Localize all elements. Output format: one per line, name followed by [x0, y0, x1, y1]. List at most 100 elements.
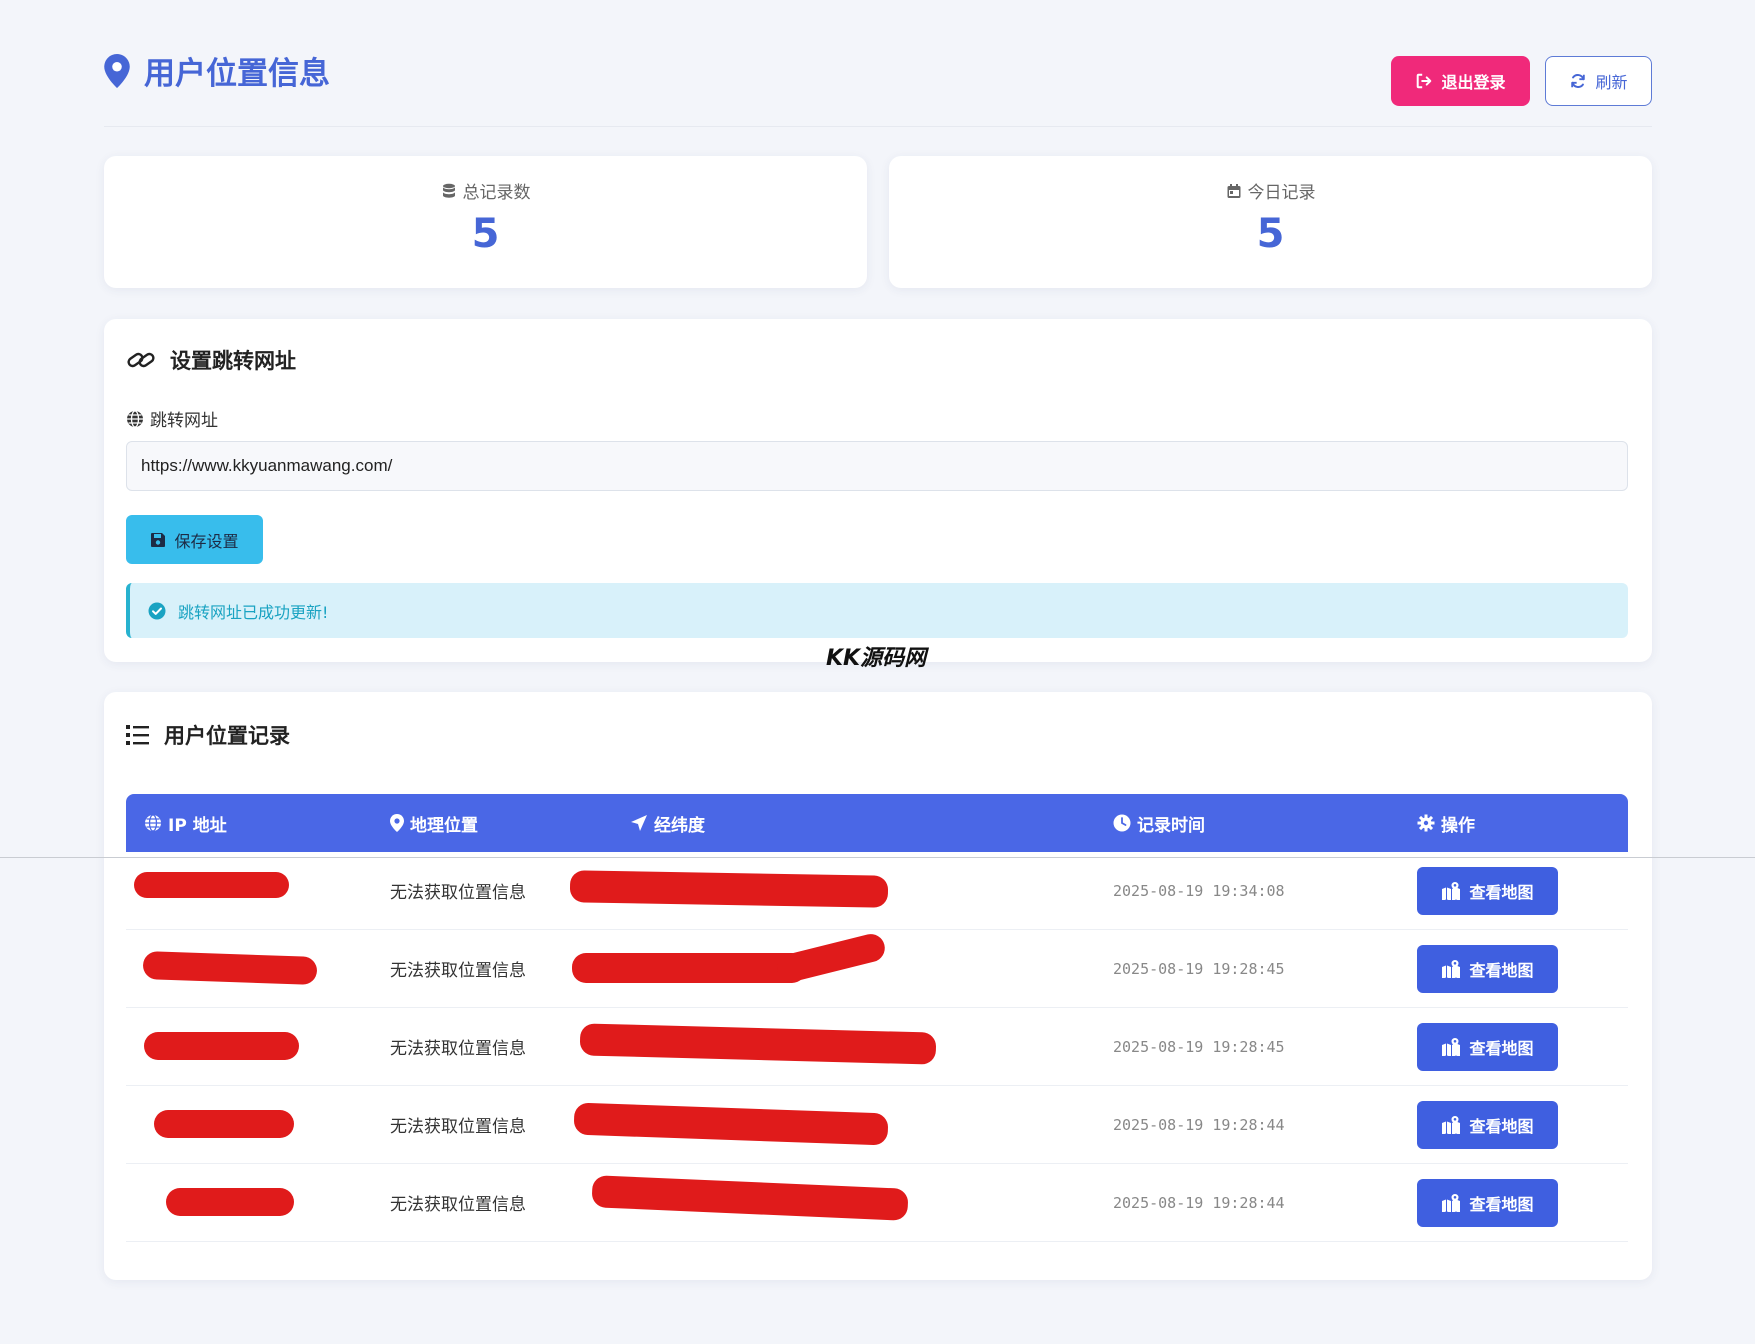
redaction-mark [569, 870, 889, 908]
time-cell: 2025-08-19 19:28:45 [1113, 959, 1285, 978]
action-cell: 查看地图 [1417, 930, 1558, 1007]
table-row: 无法获取位置信息 2025-08-19 19:34:08 查看地图 [126, 852, 1628, 930]
stat-total-label-text: 总记录数 [462, 183, 531, 203]
stat-today-value: 5 [1256, 211, 1285, 257]
view-map-label: 查看地图 [1469, 1194, 1534, 1214]
redaction-mark [579, 1023, 937, 1065]
redaction-mark [154, 1110, 294, 1138]
map-location-icon [1442, 881, 1461, 900]
sync-icon [1571, 74, 1586, 88]
redaction-mark [774, 931, 888, 985]
redaction-mark [572, 953, 806, 983]
redirect-url-label-text: 跳转网址 [150, 411, 218, 431]
page-header: 用户位置信息 退出登录 刷新 [104, 0, 1652, 127]
globe-icon [145, 814, 161, 832]
redaction-mark [166, 1188, 294, 1216]
map-marker-icon [390, 814, 404, 832]
screen-divider-line [0, 857, 1755, 858]
view-map-label: 查看地图 [1469, 960, 1534, 980]
redirect-url-input[interactable] [126, 441, 1628, 491]
table-header: IP 地址 地理位置 经纬度 记录时间 操作 [126, 794, 1628, 852]
refresh-label: 刷新 [1595, 73, 1628, 92]
sign-out-icon [1417, 73, 1432, 89]
logout-label: 退出登录 [1441, 73, 1506, 92]
link-icon [127, 352, 155, 368]
stats-row: 总记录数 5 今日记录 5 [104, 156, 1652, 288]
time-cell: 2025-08-19 19:34:08 [1113, 881, 1285, 900]
view-map-button[interactable]: 查看地图 [1417, 944, 1558, 993]
col-action-label: 操作 [1441, 815, 1475, 836]
col-time: 记录时间 [1113, 794, 1205, 852]
calendar-icon [1227, 183, 1240, 198]
location-cell: 无法获取位置信息 [390, 883, 526, 903]
settings-title-text: 设置跳转网址 [170, 349, 296, 373]
settings-title: 设置跳转网址 [126, 345, 296, 375]
save-icon [151, 532, 166, 547]
refresh-button[interactable]: 刷新 [1545, 56, 1652, 106]
globe-icon [127, 409, 143, 428]
map-location-icon [1442, 1037, 1461, 1056]
save-settings-button[interactable]: 保存设置 [126, 515, 263, 564]
map-location-icon [1442, 1115, 1461, 1134]
table-row: 无法获取位置信息 2025-08-19 19:28:45 查看地图 [126, 1008, 1628, 1086]
view-map-button[interactable]: 查看地图 [1417, 866, 1558, 915]
table-row: 无法获取位置信息 2025-08-19 19:28:44 查看地图 [126, 1164, 1628, 1242]
redaction-mark [573, 1102, 889, 1146]
action-cell: 查看地图 [1417, 852, 1558, 929]
action-cell: 查看地图 [1417, 1008, 1558, 1085]
records-title-text: 用户位置记录 [164, 724, 290, 748]
redaction-mark [142, 950, 318, 986]
redirect-url-label: 跳转网址 [126, 406, 218, 431]
save-settings-label: 保存设置 [174, 531, 239, 551]
page-title: 用户位置信息 [104, 48, 330, 93]
stat-card-total: 总记录数 5 [104, 156, 867, 288]
view-map-button[interactable]: 查看地图 [1417, 1178, 1558, 1227]
time-cell: 2025-08-19 19:28:44 [1113, 1115, 1285, 1134]
success-alert-text: 跳转网址已成功更新! [178, 602, 329, 622]
table-row: 无法获取位置信息 2025-08-19 19:28:45 查看地图 [126, 930, 1628, 1008]
location-cell: 无法获取位置信息 [390, 961, 526, 981]
col-action: 操作 [1417, 794, 1475, 852]
stat-today-label: 今日记录 [889, 178, 1652, 203]
location-cell: 无法获取位置信息 [390, 1117, 526, 1137]
map-pin-icon [104, 53, 130, 88]
success-alert: 跳转网址已成功更新! [126, 583, 1628, 638]
col-coords: 经纬度 [630, 794, 705, 852]
col-location: 地理位置 [390, 794, 478, 852]
map-location-icon [1442, 1193, 1461, 1212]
view-map-label: 查看地图 [1469, 882, 1534, 902]
records-table: IP 地址 地理位置 经纬度 记录时间 操作 无法获取位置信息 2025-08-… [126, 794, 1628, 1242]
map-location-icon [1442, 959, 1461, 978]
view-map-button[interactable]: 查看地图 [1417, 1022, 1558, 1071]
redaction-mark [134, 872, 289, 898]
database-icon [442, 183, 455, 198]
col-ip-label: IP 地址 [168, 815, 227, 836]
list-icon [126, 725, 149, 745]
redirect-settings-card: 设置跳转网址 跳转网址 保存设置 跳转网址已成功更新! [104, 319, 1652, 662]
logout-button[interactable]: 退出登录 [1391, 56, 1530, 106]
table-row: 无法获取位置信息 2025-08-19 19:28:44 查看地图 [126, 1086, 1628, 1164]
action-cell: 查看地图 [1417, 1086, 1558, 1163]
location-records-card: 用户位置记录 IP 地址 地理位置 经纬度 记录时间 操作 无法获取位置信息 2… [104, 692, 1652, 1280]
page-container: 用户位置信息 退出登录 刷新 总记录数 5 今日记录 5 设置跳转网址 跳转网址… [104, 0, 1652, 1280]
col-time-label: 记录时间 [1137, 815, 1205, 836]
clock-icon [1113, 814, 1131, 832]
location-cell: 无法获取位置信息 [390, 1195, 526, 1215]
stat-total-label: 总记录数 [104, 178, 867, 203]
action-cell: 查看地图 [1417, 1164, 1558, 1241]
location-cell: 无法获取位置信息 [390, 1039, 526, 1059]
stat-total-value: 5 [471, 211, 500, 257]
redaction-mark [144, 1032, 299, 1060]
watermark: KK源码网 [826, 646, 927, 671]
view-map-label: 查看地图 [1469, 1116, 1534, 1136]
col-location-label: 地理位置 [410, 815, 478, 836]
gear-icon [1417, 814, 1435, 832]
page-title-text: 用户位置信息 [144, 56, 330, 92]
col-ip: IP 地址 [144, 794, 227, 852]
stat-card-today: 今日记录 5 [889, 156, 1652, 288]
records-title: 用户位置记录 [126, 720, 290, 750]
view-map-button[interactable]: 查看地图 [1417, 1100, 1558, 1149]
location-arrow-icon [631, 815, 647, 831]
time-cell: 2025-08-19 19:28:44 [1113, 1193, 1285, 1212]
time-cell: 2025-08-19 19:28:45 [1113, 1037, 1285, 1056]
